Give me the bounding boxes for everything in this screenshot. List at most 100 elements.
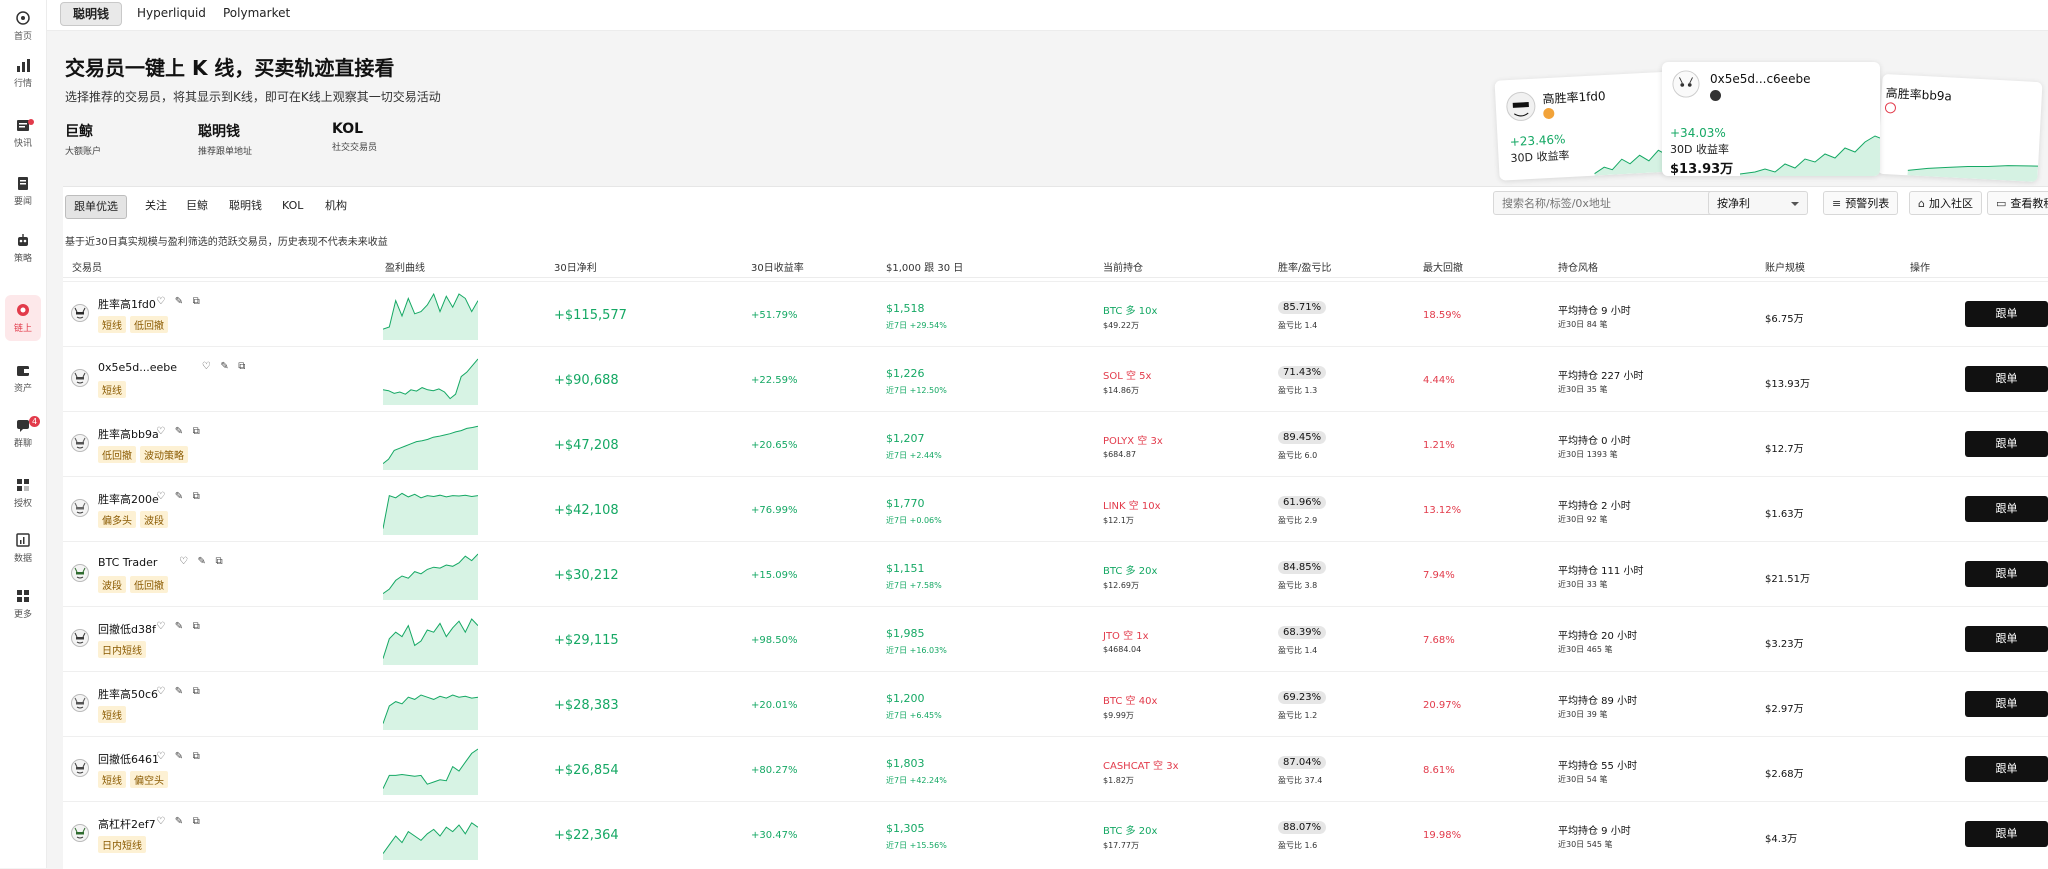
heart-icon[interactable]: ♡ [156, 296, 165, 307]
sidebar-item-3[interactable]: 快讯 [0, 110, 46, 156]
col-roi[interactable]: 30日收益率 [751, 259, 804, 274]
copy-icon[interactable]: ⧉ [193, 686, 200, 697]
table-row[interactable]: 胜率高50c6 ♡ ✎ ⧉ 短线 +$28,383 +20.01% $1,200 近7日 +… [63, 671, 2048, 737]
table-row[interactable]: 胜率高1fd0 ♡ ✎ ⧉ 短线 低回撤 +$115,577 +51.79% $1,518 近… [63, 281, 2048, 347]
search-input[interactable] [1493, 191, 1719, 215]
trader-name[interactable]: 胜率高50c6 [98, 686, 158, 702]
follow-button[interactable]: 跟单 [1965, 691, 2048, 717]
join-community-button[interactable]: ⌂ 加入社区 [1909, 191, 1982, 215]
edit-icon[interactable]: ✎ [175, 751, 183, 762]
heart-icon[interactable]: ♡ [156, 426, 165, 437]
chevron-down-icon [1791, 202, 1799, 206]
copy-icon[interactable]: ⧉ [238, 361, 245, 372]
alerts-button[interactable]: ≡ 预警列表 [1823, 191, 1899, 215]
heart-icon[interactable]: ♡ [156, 686, 165, 697]
heart-icon[interactable]: ♡ [156, 621, 165, 632]
edit-icon[interactable]: ✎ [175, 491, 183, 502]
sidebar-item-6[interactable]: 链上 [5, 295, 41, 341]
follow-button[interactable]: 跟单 [1965, 561, 2048, 587]
sidebar-item-10[interactable]: 数据 [0, 525, 46, 571]
table-row[interactable]: 胜率高bb9a ♡ ✎ ⧉ 低回撤 波动策略 +$47,208 +20.65% $1,207… [63, 411, 2048, 477]
edit-icon[interactable]: ✎ [175, 816, 183, 827]
account-size: $2.68万 [1765, 769, 1804, 780]
edit-icon[interactable]: ✎ [220, 361, 228, 372]
table-row[interactable]: BTC Trader ♡ ✎ ⧉ 波段 低回撤 +$30,212 +15.09% $1,15… [63, 541, 2048, 607]
table-row[interactable]: 胜率高200e ♡ ✎ ⧉ 偏多头 波段 +$42,108 +76.99% $1,770 近7… [63, 476, 2048, 542]
filter-recommended[interactable]: 跟单优选 [65, 195, 127, 219]
table-row[interactable]: 回撤低d38f ♡ ✎ ⧉ 日内短线 +$29,115 +98.50% $1,985 近7日… [63, 606, 2048, 672]
filter-whale[interactable]: 巨鲸 [178, 195, 216, 217]
heart-icon[interactable]: ♡ [156, 491, 165, 502]
category-kol[interactable]: KOL 社交交易员 [332, 121, 377, 153]
sidebar-item-label: 快讯 [13, 139, 32, 149]
edit-icon[interactable]: ✎ [198, 556, 206, 567]
position-value: $12.1万 [1103, 516, 1134, 525]
follow-button[interactable]: 跟单 [1965, 821, 2048, 847]
copy-icon[interactable]: ⧉ [193, 816, 200, 827]
follow-button[interactable]: 跟单 [1965, 301, 2048, 327]
col-account-size[interactable]: 账户规模 [1765, 259, 1805, 274]
sidebar-item-1[interactable]: 首页 [0, 3, 46, 49]
edit-icon[interactable]: ✎ [175, 686, 183, 697]
edit-icon[interactable]: ✎ [175, 296, 183, 307]
heart-icon[interactable]: ♡ [156, 751, 165, 762]
trader-name[interactable]: BTC Trader [98, 556, 157, 569]
copy-icon[interactable]: ⧉ [193, 426, 200, 437]
sidebar-item-8[interactable]: 群聊 4 [0, 410, 46, 456]
copy-icon[interactable]: ⧉ [193, 491, 200, 502]
table-row[interactable]: 高杠杆2ef7 ♡ ✎ ⧉ 日内短线 +$22,364 +30.47% $1,305 近7日… [63, 801, 2048, 867]
category-whale[interactable]: 巨鲸 大额账户 [65, 121, 101, 157]
tab-hyperliquid[interactable]: Hyperliquid [125, 2, 218, 24]
trader-name[interactable]: 胜率高200e [98, 491, 159, 507]
follow-button[interactable]: 跟单 [1965, 431, 2048, 457]
return-rate: +20.01% [751, 700, 798, 711]
tutorial-button[interactable]: ▭查看教程 [1987, 191, 2048, 215]
follow-button[interactable]: 跟单 [1965, 496, 2048, 522]
trader-name[interactable]: 胜率高1fd0 [98, 296, 156, 312]
sidebar-item-9[interactable]: 授权 [0, 470, 46, 516]
category-smart-money[interactable]: 聪明钱 推荐跟单地址 [198, 121, 252, 157]
trader-name[interactable]: 0x5e5d...eebe [98, 361, 177, 374]
trader-name[interactable]: 胜率高bb9a [98, 426, 159, 442]
promo-card-1[interactable]: 高胜率1fd0 +23.46% 30D 收益率 [1494, 71, 1680, 181]
sidebar-item-4[interactable]: 要闻 [0, 168, 46, 214]
trader-name[interactable]: 高杠杆2ef7 [98, 816, 156, 832]
style-tag: 偏空头 [130, 771, 168, 788]
col-drawdown[interactable]: 最大回撤 [1423, 259, 1463, 274]
promo-card-3[interactable]: 高胜率bb9a [1877, 73, 2043, 183]
account-size: $1.63万 [1765, 509, 1804, 520]
follow-button[interactable]: 跟单 [1965, 626, 2048, 652]
copy-icon[interactable]: ⧉ [193, 296, 200, 307]
col-copy-1000[interactable]: $1,000 跟 30 日 [886, 259, 963, 274]
copy-icon[interactable]: ⧉ [215, 556, 222, 567]
filter-institution[interactable]: 机构 [317, 195, 355, 217]
follow-button[interactable]: 跟单 [1965, 756, 2048, 782]
style-tag: 偏多头 [98, 511, 136, 528]
table-row[interactable]: 0x5e5d...eebe ♡ ✎ ⧉ 短线 +$90,688 +22.59% $1,22… [63, 346, 2048, 412]
table-row[interactable]: 回撤低6461 ♡ ✎ ⧉ 短线 偏空头 +$26,854 +80.27% $1,803 近7… [63, 736, 2048, 802]
trader-name[interactable]: 回撤低d38f [98, 621, 156, 637]
tab-smart-money[interactable]: 聪明钱 [60, 2, 123, 26]
tab-polymarket[interactable]: Polymarket [211, 2, 302, 24]
filter-smart-money[interactable]: 聪明钱 [221, 195, 270, 217]
copy-icon[interactable]: ⧉ [193, 751, 200, 762]
sidebar-item-7[interactable]: 资产 [0, 355, 46, 401]
filter-following[interactable]: 关注 [137, 195, 175, 217]
sidebar-item-11[interactable]: 更多 [0, 581, 46, 627]
edit-icon[interactable]: ✎ [175, 621, 183, 632]
trader-name[interactable]: 回撤低6461 [98, 751, 159, 767]
filter-kol[interactable]: KOL [274, 195, 311, 217]
promo-card-2[interactable]: 0x5e5d...c6eebe +34.03% 30D 收益率 $13.93万 [1662, 62, 1880, 176]
category-title: 聪明钱 [198, 124, 240, 140]
edit-icon[interactable]: ✎ [175, 426, 183, 437]
heart-icon[interactable]: ♡ [202, 361, 211, 372]
follow-button[interactable]: 跟单 [1965, 366, 2048, 392]
heart-icon[interactable]: ♡ [156, 816, 165, 827]
col-winrate[interactable]: 胜率/盈亏比 [1278, 259, 1331, 274]
copy-icon[interactable]: ⧉ [193, 621, 200, 632]
sidebar-item-2[interactable]: 行情 [0, 50, 46, 96]
heart-icon[interactable]: ♡ [179, 556, 188, 567]
sort-select[interactable]: 按净利 [1708, 191, 1808, 215]
sidebar-item-5[interactable]: 策略 [0, 225, 46, 271]
col-pnl[interactable]: 30日净利 [554, 259, 597, 274]
